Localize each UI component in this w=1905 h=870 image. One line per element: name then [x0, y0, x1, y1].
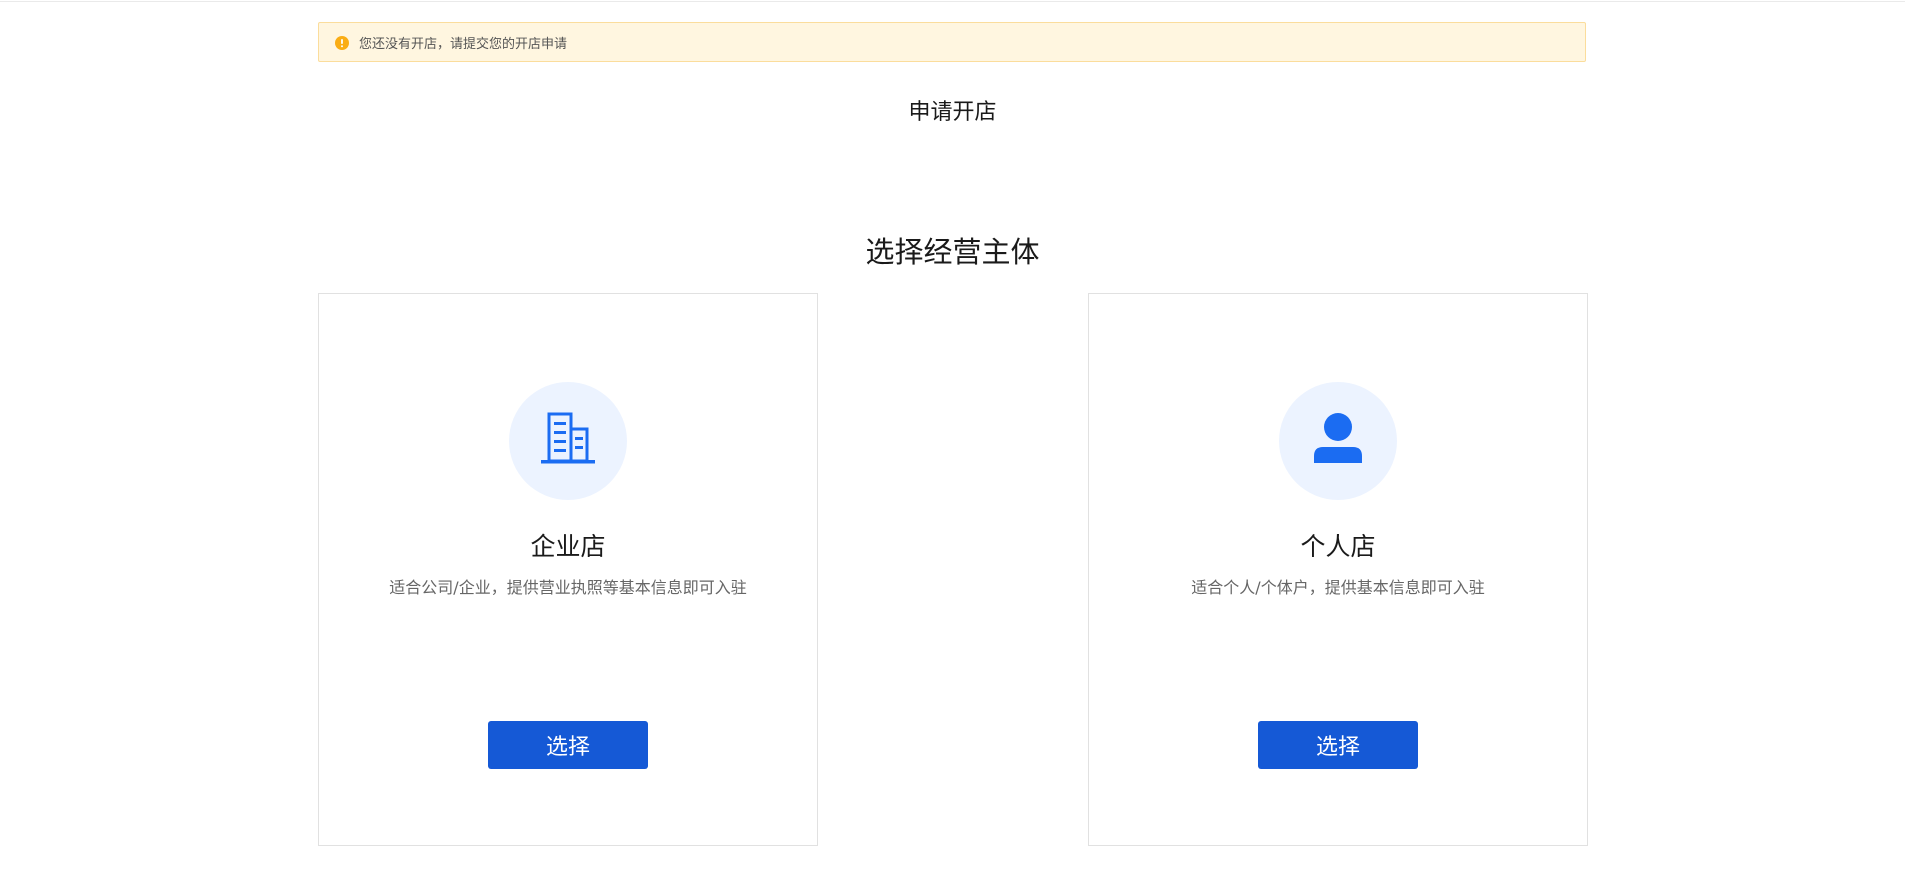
- enterprise-card-description: 适合公司/企业，提供营业执照等基本信息即可入驻: [389, 578, 747, 597]
- person-icon: [1313, 412, 1363, 470]
- enterprise-store-card: 企业店 适合公司/企业，提供营业执照等基本信息即可入驻 选择: [318, 293, 818, 846]
- top-divider: [0, 1, 1905, 2]
- personal-card-title: 个人店: [1300, 532, 1376, 561]
- personal-card-description: 适合个人/个体户，提供基本信息即可入驻: [1191, 578, 1485, 597]
- select-enterprise-button[interactable]: 选择: [488, 721, 648, 769]
- notice-text: 您还没有开店，请提交您的开店申请: [359, 36, 568, 52]
- select-personal-button[interactable]: 选择: [1258, 721, 1418, 769]
- enterprise-icon-circle: [509, 382, 627, 500]
- notice-banner: 您还没有开店，请提交您的开店申请: [318, 22, 1586, 62]
- personal-store-card: 个人店 适合个人/个体户，提供基本信息即可入驻 选择: [1088, 293, 1588, 846]
- building-icon: [539, 411, 597, 471]
- enterprise-card-title: 企业店: [530, 532, 606, 561]
- section-title: 选择经营主体: [865, 235, 1040, 269]
- warning-icon: [335, 35, 349, 50]
- page-title: 申请开店: [908, 100, 997, 125]
- personal-icon-circle: [1279, 382, 1397, 500]
